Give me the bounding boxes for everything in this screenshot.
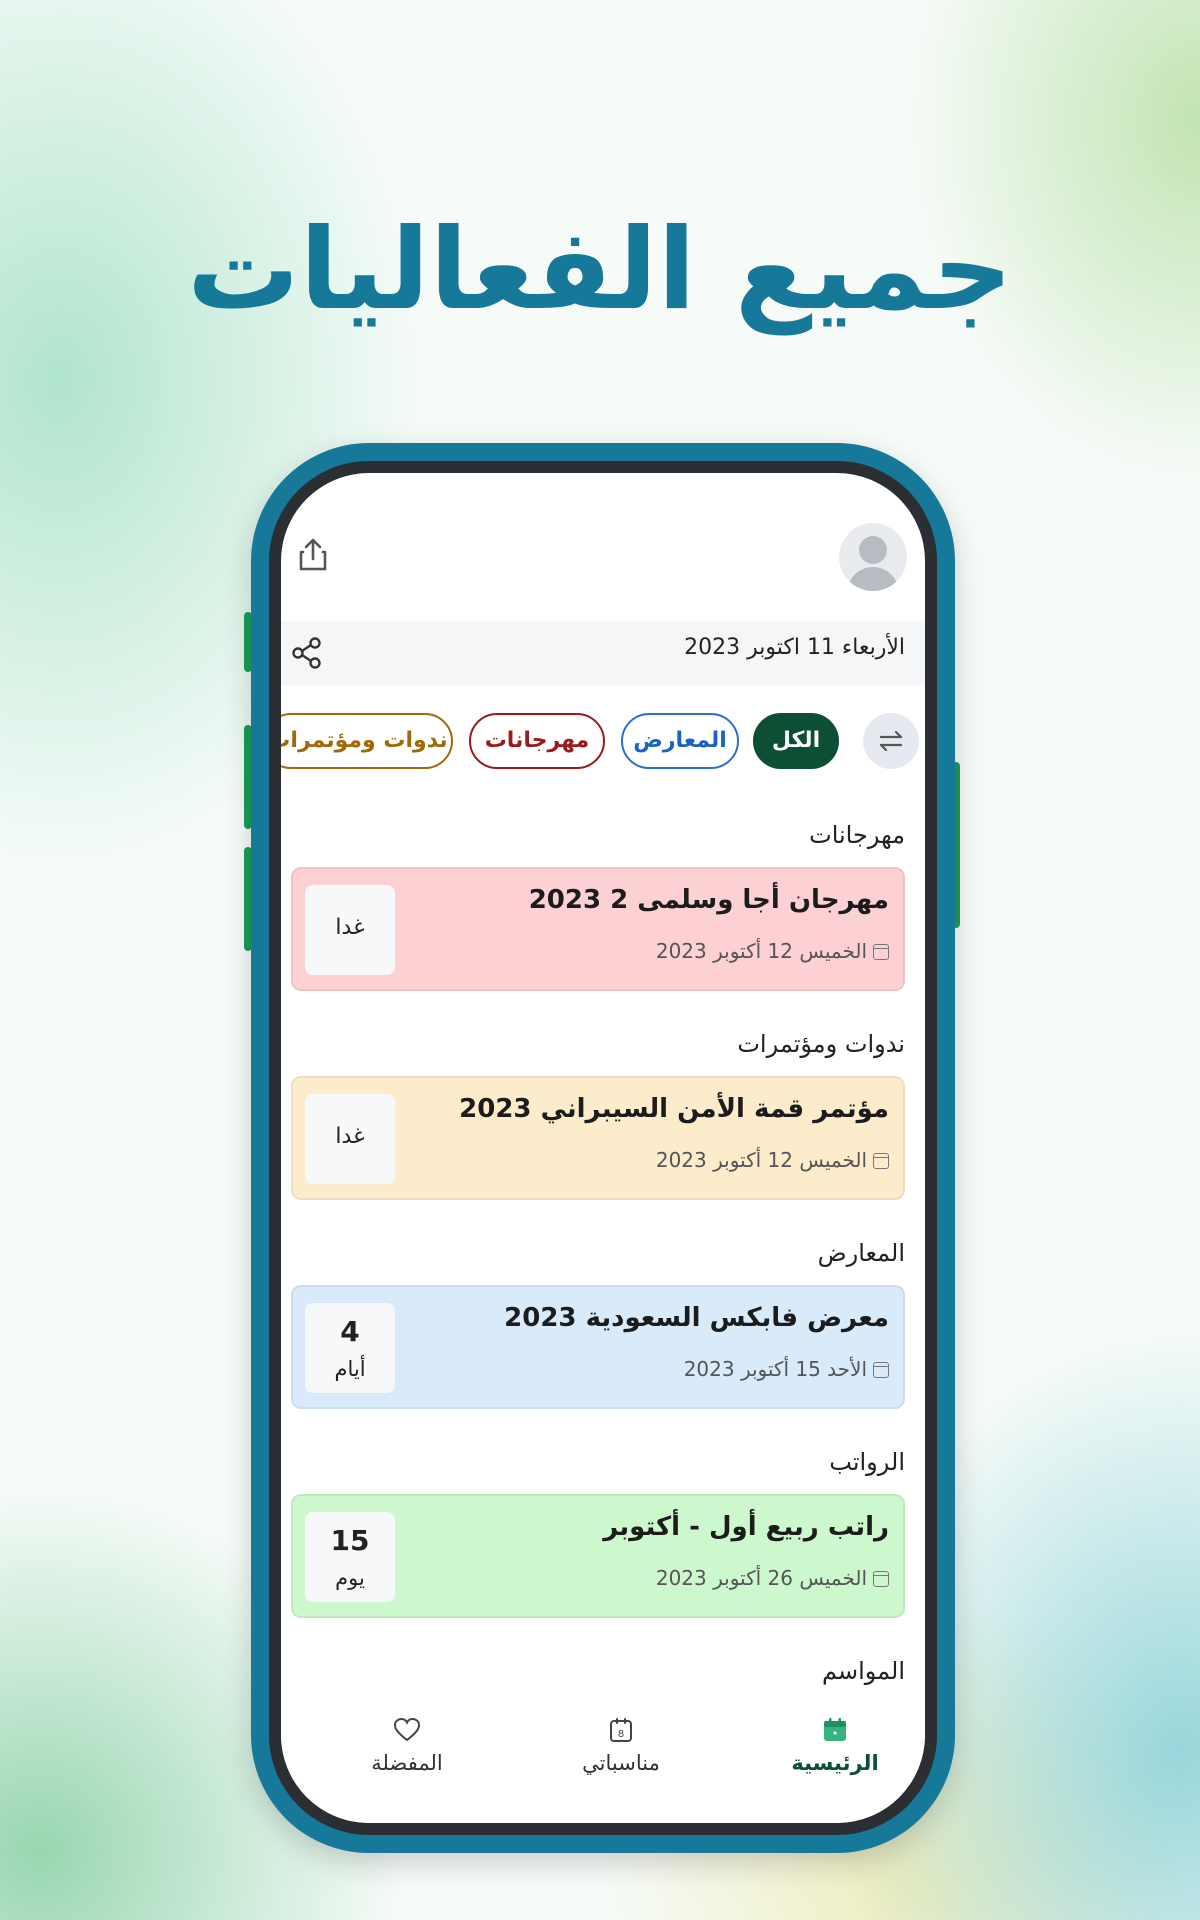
event-date: الخميس 26 أكتوبر 2023 xyxy=(656,1566,889,1590)
avatar[interactable] xyxy=(839,523,907,591)
swap-arrows-icon xyxy=(879,730,903,752)
share-icon[interactable] xyxy=(289,635,325,671)
calendar-icon xyxy=(873,944,889,960)
nav-favorites[interactable]: المفضلة xyxy=(337,1715,477,1775)
event-title: معرض فابكس السعودية 2023 xyxy=(504,1303,889,1333)
page-headline: جميع الفعاليات xyxy=(187,205,1013,335)
filter-chip-all[interactable]: الكل xyxy=(753,713,839,769)
event-title: مؤتمر قمة الأمن السيبراني 2023 xyxy=(459,1094,889,1124)
section-title-salaries: الرواتب xyxy=(829,1448,905,1476)
calendar-home-icon xyxy=(824,1718,846,1741)
event-title: مهرجان أجا وسلمى 2 2023 xyxy=(528,885,889,915)
section-title-seasons: المواسم xyxy=(821,1657,905,1685)
event-date: الخميس 12 أكتوبر 2023 xyxy=(656,1148,889,1172)
event-date: الأحد 15 أكتوبر 2023 xyxy=(684,1357,889,1381)
event-card[interactable]: معرض فابكس السعودية 2023 الأحد 15 أكتوبر… xyxy=(291,1285,905,1409)
countdown-badge: غدا xyxy=(305,885,395,975)
section-title-festivals: مهرجانات xyxy=(809,821,905,849)
countdown-badge: غدا xyxy=(305,1094,395,1184)
calendar-icon: 8 xyxy=(610,1718,632,1742)
avatar-body xyxy=(847,567,899,591)
nav-my-events-label: مناسباتي xyxy=(582,1751,660,1775)
nav-my-events[interactable]: 8 مناسباتي xyxy=(551,1715,691,1775)
calendar-day-number: 8 xyxy=(618,1729,624,1740)
date-bar: الأربعاء 11 اكتوبر 2023 xyxy=(281,621,925,685)
section-title-seminars: ندوات ومؤتمرات xyxy=(737,1030,905,1058)
phone-frame: الأربعاء 11 اكتوبر 2023 الكل المعارض مهر… xyxy=(251,443,955,1853)
countdown-badge: 15 يوم xyxy=(305,1512,395,1602)
calendar-icon xyxy=(873,1571,889,1587)
event-title: راتب ربيع أول - أكتوبر xyxy=(603,1512,889,1542)
nav-favorites-label: المفضلة xyxy=(371,1751,443,1775)
export-icon[interactable] xyxy=(293,535,333,575)
heart-icon xyxy=(393,1717,421,1742)
calendar-icon xyxy=(873,1362,889,1378)
countdown-badge: 4 أيام xyxy=(305,1303,395,1393)
filter-chip-festivals[interactable]: مهرجانات xyxy=(469,713,605,769)
calendar-icon xyxy=(873,1153,889,1169)
phone-screen: الأربعاء 11 اكتوبر 2023 الكل المعارض مهر… xyxy=(281,473,925,1823)
event-card[interactable]: مؤتمر قمة الأمن السيبراني 2023 الخميس 12… xyxy=(291,1076,905,1200)
phone-bezel: الأربعاء 11 اكتوبر 2023 الكل المعارض مهر… xyxy=(269,461,937,1835)
event-card[interactable]: مهرجان أجا وسلمى 2 2023 الخميس 12 أكتوبر… xyxy=(291,867,905,991)
bottom-nav: الرئيسية 8 مناسباتي المفضلة xyxy=(281,1693,925,1823)
section-title-exhibitions: المعارض xyxy=(817,1239,905,1267)
event-card[interactable]: راتب ربيع أول - أكتوبر الخميس 26 أكتوبر … xyxy=(291,1494,905,1618)
filter-toggle-button[interactable] xyxy=(863,713,919,769)
nav-home-label: الرئيسية xyxy=(791,1751,879,1775)
filter-chip-seminars[interactable]: ندوات ومؤتمرات xyxy=(281,713,453,769)
current-date: الأربعاء 11 اكتوبر 2023 xyxy=(684,635,905,660)
nav-home[interactable]: الرئيسية xyxy=(765,1715,905,1775)
event-date: الخميس 12 أكتوبر 2023 xyxy=(656,939,889,963)
avatar-head xyxy=(859,536,887,564)
top-bar xyxy=(281,523,925,613)
filter-chips: الكل المعارض مهرجانات ندوات ومؤتمرات xyxy=(281,713,925,773)
filter-chip-exhibitions[interactable]: المعارض xyxy=(621,713,739,769)
